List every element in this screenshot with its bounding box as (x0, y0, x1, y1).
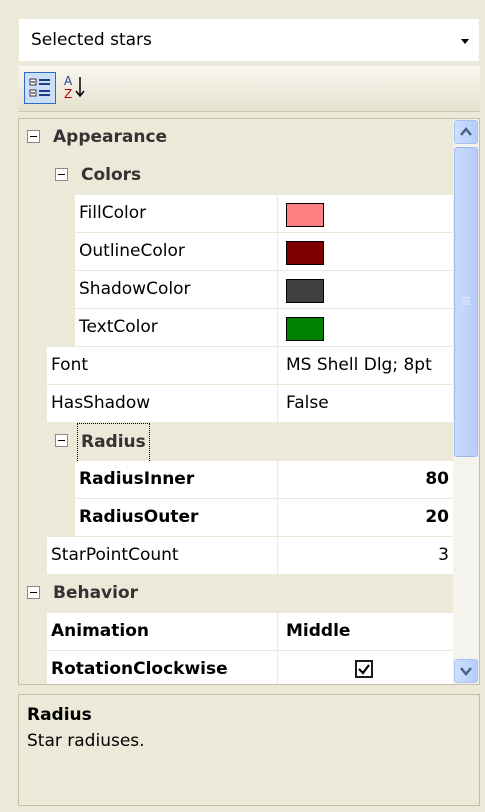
property-name: StarPointCount (47, 537, 277, 575)
property-name: RadiusOuter (75, 499, 277, 537)
category-label: Behavior (53, 583, 139, 603)
property-row-hasshadow[interactable]: HasShadow False (19, 385, 453, 423)
property-name: HasShadow (47, 385, 277, 423)
property-row-radiusouter[interactable]: RadiusOuter 20 (19, 499, 453, 537)
property-value[interactable] (277, 651, 453, 684)
property-value[interactable]: 80 (277, 461, 453, 499)
property-value[interactable]: 3 (277, 537, 453, 575)
svg-text:A: A (64, 74, 73, 88)
collapse-icon[interactable] (27, 586, 40, 599)
property-name: RadiusInner (75, 461, 277, 499)
property-row-starpointcount[interactable]: StarPointCount 3 (19, 537, 453, 575)
property-name: FillColor (75, 195, 277, 233)
grip-icon (462, 297, 470, 305)
property-value[interactable] (277, 233, 453, 271)
property-value[interactable]: MS Shell Dlg; 8pt (277, 347, 453, 385)
object-selector-value: Selected stars (31, 30, 152, 50)
help-title: Radius (27, 705, 92, 725)
scroll-thumb[interactable] (454, 147, 478, 457)
property-value[interactable] (277, 309, 453, 347)
scroll-down-button[interactable] (454, 659, 478, 683)
property-value[interactable] (277, 271, 453, 309)
property-name: Font (47, 347, 277, 385)
chevron-up-icon (460, 127, 472, 136)
property-toolbar: A Z (18, 66, 480, 112)
alphabetical-button[interactable]: A Z (60, 72, 92, 104)
checkmark-icon (358, 664, 370, 675)
categorized-button[interactable] (24, 72, 56, 104)
property-name: OutlineColor (75, 233, 277, 271)
property-row-font[interactable]: Font MS Shell Dlg; 8pt (19, 347, 453, 385)
property-grid: Appearance Colors FillColor OutlineColor (18, 118, 480, 685)
collapse-icon[interactable] (27, 130, 40, 143)
category-label: Appearance (53, 127, 168, 147)
property-row-fillcolor[interactable]: FillColor (19, 195, 453, 233)
property-row-outlinecolor[interactable]: OutlineColor (19, 233, 453, 271)
color-swatch (286, 241, 324, 265)
property-row-textcolor[interactable]: TextColor (19, 309, 453, 347)
scroll-up-button[interactable] (454, 120, 478, 144)
property-value[interactable]: 20 (277, 499, 453, 537)
property-row-shadowcolor[interactable]: ShadowColor (19, 271, 453, 309)
property-name: RotationClockwise (47, 651, 277, 684)
color-swatch (286, 279, 324, 303)
property-name: ShadowColor (75, 271, 277, 309)
object-selector-dropdown[interactable]: Selected stars (18, 18, 480, 62)
category-appearance[interactable]: Appearance (19, 119, 453, 157)
group-radius[interactable]: Radius (19, 423, 453, 463)
property-value[interactable] (277, 195, 453, 233)
property-value[interactable]: False (277, 385, 453, 423)
property-name: TextColor (75, 309, 277, 347)
collapse-icon[interactable] (55, 434, 68, 447)
group-label: Radius (77, 423, 150, 463)
color-swatch (286, 317, 324, 341)
group-colors[interactable]: Colors (19, 157, 453, 195)
property-row-rotationclockwise[interactable]: RotationClockwise (19, 651, 453, 684)
vertical-scrollbar[interactable] (453, 119, 479, 684)
property-grid-window: Selected stars A Z Appearance Colors Fil… (0, 0, 485, 812)
alphabetical-sort-icon: A Z (64, 74, 85, 101)
property-name: Animation (47, 613, 277, 651)
rotation-clockwise-checkbox[interactable] (355, 660, 373, 678)
help-pane: Radius Star radiuses. (18, 694, 480, 806)
group-label: Colors (81, 165, 142, 185)
categorized-icon (29, 78, 50, 97)
property-row-animation[interactable]: Animation Middle (19, 613, 453, 651)
color-swatch (286, 203, 324, 227)
svg-text:Z: Z (64, 87, 72, 101)
chevron-down-icon (460, 667, 472, 676)
dropdown-arrow-icon[interactable] (461, 39, 469, 44)
property-value[interactable]: Middle (277, 613, 453, 651)
category-behavior[interactable]: Behavior (19, 575, 453, 613)
property-row-radiusinner[interactable]: RadiusInner 80 (19, 461, 453, 499)
help-description: Star radiuses. (27, 731, 145, 751)
collapse-icon[interactable] (55, 168, 68, 181)
